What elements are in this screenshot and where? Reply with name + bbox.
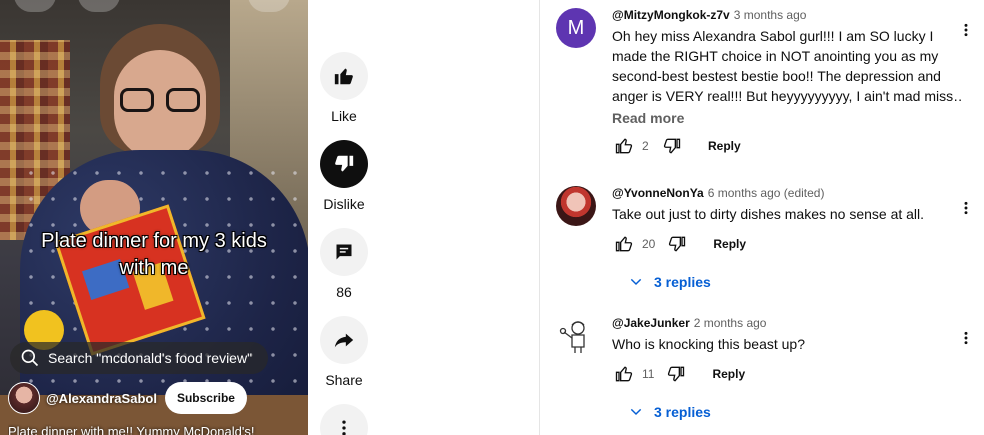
thumbs-up-outline-icon bbox=[615, 236, 633, 252]
shorts-action-bar: Like Dislike 86 Share bbox=[308, 0, 380, 435]
comment-header: @JakeJunker 2 months ago bbox=[612, 316, 962, 330]
video-top-button[interactable] bbox=[14, 0, 56, 12]
comment-time[interactable]: 3 months ago bbox=[734, 8, 807, 22]
comment-author[interactable]: @JakeJunker bbox=[612, 316, 690, 330]
thumbs-down-outline-icon bbox=[669, 236, 686, 252]
comment-menu-button[interactable] bbox=[956, 20, 976, 40]
channel-name[interactable]: @AlexandraSabol bbox=[46, 391, 157, 406]
comment-reply-button[interactable]: Reply bbox=[712, 367, 745, 381]
share-action: Share bbox=[320, 316, 368, 388]
comment-reply-button[interactable]: Reply bbox=[713, 237, 746, 251]
comment-actions: 20 Reply bbox=[612, 232, 962, 256]
replies-count-label: 3 replies bbox=[654, 404, 711, 420]
comment-time[interactable]: 2 months ago bbox=[694, 316, 767, 330]
more-options-button[interactable] bbox=[320, 404, 368, 435]
view-replies-button[interactable]: 3 replies bbox=[628, 274, 711, 290]
comment-dislike-button[interactable] bbox=[660, 134, 684, 158]
like-label: Like bbox=[331, 108, 357, 124]
video-caption-line: with me bbox=[119, 257, 189, 279]
comments-panel: M @MitzyMongkok-z7v 3 months ago Oh hey m… bbox=[540, 0, 984, 435]
video-person-glasses bbox=[120, 88, 200, 114]
thumbs-down-outline-icon bbox=[663, 138, 681, 154]
comment-text-line: second-best bestest bestie boo!! The dep… bbox=[612, 68, 941, 84]
channel-avatar[interactable] bbox=[8, 382, 40, 414]
read-more-link[interactable]: Read more bbox=[612, 110, 962, 126]
video-top-button[interactable] bbox=[78, 0, 120, 12]
more-vertical-icon bbox=[342, 420, 346, 435]
search-icon bbox=[21, 349, 39, 367]
comments-button[interactable] bbox=[320, 228, 368, 276]
comments-count: 86 bbox=[336, 284, 352, 300]
comment-author[interactable]: @YvonneNonYa bbox=[612, 186, 704, 200]
video-player[interactable]: Plate dinner for my 3 kids with me Searc… bbox=[0, 0, 308, 435]
chevron-down-icon bbox=[630, 408, 642, 416]
comment-like-count: 20 bbox=[642, 237, 656, 251]
more-vertical-icon bbox=[964, 331, 968, 345]
view-replies-button[interactable]: 3 replies bbox=[628, 404, 711, 420]
comment-icon bbox=[336, 244, 352, 260]
comment-like-button[interactable] bbox=[612, 232, 636, 256]
shorts-page: Plate dinner for my 3 kids with me Searc… bbox=[0, 0, 984, 435]
channel-info: @AlexandraSabol Subscribe bbox=[8, 382, 247, 414]
comment-like-count: 11 bbox=[642, 367, 655, 381]
comment-body: @YvonneNonYa 6 months ago (edited) Take o… bbox=[612, 186, 962, 256]
like-button[interactable] bbox=[320, 52, 368, 100]
dislike-button[interactable] bbox=[320, 140, 368, 188]
related-search-pill[interactable]: Search "mcdonald's food review" bbox=[10, 342, 268, 374]
thumbs-down-icon bbox=[335, 155, 354, 172]
like-action: Like bbox=[320, 52, 368, 124]
video-caption: Plate dinner for my 3 kids with me bbox=[0, 228, 308, 282]
comment-menu-button[interactable] bbox=[956, 198, 976, 218]
comment-text-line: made the RIGHT choice in NOT anointing y… bbox=[612, 48, 939, 64]
thumbs-up-outline-icon bbox=[615, 366, 633, 382]
comment-like-button[interactable] bbox=[612, 362, 636, 386]
comment-body: @MitzyMongkok-z7v 3 months ago Oh hey mis… bbox=[612, 8, 962, 158]
share-label: Share bbox=[325, 372, 363, 388]
dislike-action: Dislike bbox=[320, 140, 368, 212]
subscribe-button[interactable]: Subscribe bbox=[164, 382, 247, 414]
comment-dislike-button[interactable] bbox=[664, 362, 688, 386]
more-vertical-icon bbox=[964, 23, 968, 37]
comment-text-line: anger is VERY real!!! But heyyyyyyyyy, I… bbox=[612, 88, 962, 104]
comment-reply-button[interactable]: Reply bbox=[708, 139, 741, 153]
cartoon-avatar-icon bbox=[559, 321, 585, 353]
comment-like-count: 2 bbox=[642, 139, 649, 153]
comment-header: @YvonneNonYa 6 months ago (edited) bbox=[612, 186, 962, 200]
chevron-down-icon bbox=[630, 278, 642, 286]
avatar-letter: M bbox=[567, 16, 585, 39]
thumbs-up-icon bbox=[334, 68, 353, 85]
comment-actions: 2 Reply bbox=[612, 134, 962, 158]
comment-text: Who is knocking this beast up? bbox=[612, 336, 805, 352]
share-icon bbox=[334, 333, 354, 348]
comment-actions: 11 Reply bbox=[612, 362, 962, 386]
thumbs-down-outline-icon bbox=[668, 366, 685, 382]
comment-dislike-button[interactable] bbox=[665, 232, 689, 256]
comment-avatar[interactable] bbox=[556, 316, 596, 356]
video-description[interactable]: Plate dinner with me!! Yummy McDonald's! bbox=[8, 424, 308, 435]
related-search-text: Search "mcdonald's food review" bbox=[48, 350, 253, 366]
comment-header: @MitzyMongkok-z7v 3 months ago bbox=[612, 8, 962, 22]
comment-like-button[interactable] bbox=[612, 134, 636, 158]
comment-menu-button[interactable] bbox=[956, 328, 976, 348]
comments-action: 86 bbox=[320, 228, 368, 300]
comment-time[interactable]: 6 months ago (edited) bbox=[708, 186, 825, 200]
video-caption-line: Plate dinner for my 3 kids bbox=[41, 230, 267, 252]
comment-body: @JakeJunker 2 months ago Who is knocking … bbox=[612, 316, 962, 386]
share-button[interactable] bbox=[320, 316, 368, 364]
comment-text: Take out just to dirty dishes makes no s… bbox=[612, 206, 925, 222]
comment-author[interactable]: @MitzyMongkok-z7v bbox=[612, 8, 730, 22]
comment-text: Oh hey miss Alexandra Sabol gurl!!! I am… bbox=[612, 26, 962, 106]
comment-avatar[interactable]: M bbox=[556, 8, 596, 48]
thumbs-up-outline-icon bbox=[615, 138, 633, 154]
comment-avatar[interactable] bbox=[556, 186, 596, 226]
more-action bbox=[320, 404, 368, 435]
dislike-label: Dislike bbox=[323, 196, 365, 212]
more-vertical-icon bbox=[964, 201, 968, 215]
replies-count-label: 3 replies bbox=[654, 274, 711, 290]
comment-text-line: Oh hey miss Alexandra Sabol gurl!!! I am… bbox=[612, 28, 934, 44]
